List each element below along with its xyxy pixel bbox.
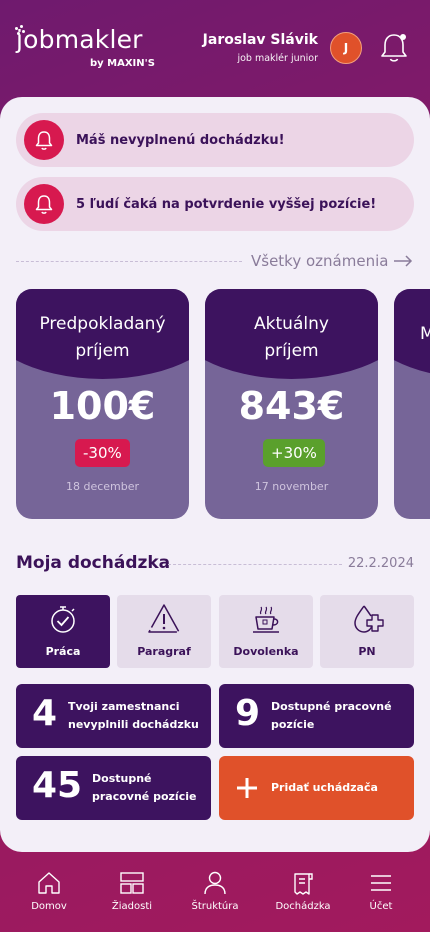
nav-item-struktura[interactable]: Štruktúra: [175, 870, 255, 912]
card-title: M: [420, 324, 430, 344]
user-icon: [204, 871, 226, 895]
divider: [168, 564, 342, 565]
card-date: 18 december: [65, 480, 140, 493]
nav-label: Žiadosti: [111, 901, 153, 912]
tab-label: PN: [358, 645, 376, 658]
attendance-date: 22.2.2024: [347, 556, 414, 571]
logo-wordmark: jobmakler: [16, 25, 143, 54]
notifications-bell-icon[interactable]: [379, 30, 409, 64]
bell-icon: [24, 184, 64, 224]
add-candidate-label: Pridať uchádzača: [271, 781, 378, 794]
stat-card-available-positions[interactable]: 9 Dostupné pracovné pozície: [219, 684, 414, 748]
stat-label-line: nevyplnili dochádzku: [68, 718, 199, 731]
tab-paragraf[interactable]: Paragraf: [117, 595, 211, 668]
divider: [16, 261, 242, 262]
stat-label-line: Tvoji zamestnanci: [68, 700, 180, 713]
bell-icon: [24, 120, 64, 160]
tab-pn[interactable]: PN: [320, 595, 414, 668]
drop-plus-icon: [354, 605, 384, 633]
attendance-header: Moja dochádzka 22.2.2024: [16, 551, 414, 575]
card-amount: 843€: [238, 384, 345, 428]
user-info[interactable]: Jaroslav Slávik job maklér junior: [203, 32, 318, 64]
change-badge: -30%: [75, 439, 130, 467]
arrow-right-icon: [394, 255, 413, 267]
app-header: jobmakler by MAXIN'S Jaroslav Slávik job…: [0, 0, 430, 96]
nav-label: Štruktúra: [191, 901, 239, 912]
nav-item-ucet[interactable]: Účet: [341, 870, 421, 912]
tab-praca[interactable]: Práca: [16, 595, 110, 668]
stopwatch-check-icon: [51, 606, 75, 633]
nav-label: Dochádzka: [275, 901, 331, 912]
notification-item[interactable]: Máš nevyplnenú dochádzku!: [16, 113, 414, 167]
tab-label: Práca: [45, 645, 81, 658]
stat-label-line: pozície: [271, 718, 315, 731]
stat-label: Dostupné pracovné pozície: [271, 698, 392, 734]
income-cards-carousel[interactable]: Predpokladaný príjem 100€ -30% 18 decemb…: [16, 289, 430, 519]
card-title-line: príjem: [264, 341, 319, 361]
home-icon: [38, 872, 60, 894]
card-title: Aktuálny príjem: [205, 311, 378, 365]
card-title-line: Aktuálny: [254, 314, 329, 334]
menu-icon: [371, 875, 391, 891]
stat-label-line: Dostupné pracovné: [271, 700, 392, 713]
add-candidate-button[interactable]: Pridať uchádzača: [219, 756, 414, 820]
nav-label: Domov: [31, 901, 67, 912]
card-amount: 100€: [49, 384, 156, 428]
nav-item-dochadzka[interactable]: Dochádzka: [263, 870, 343, 912]
notification-item[interactable]: 5 ľudí čaká na potvrdenie vyššej pozície…: [16, 177, 414, 231]
warning-icon: [148, 604, 180, 633]
logo-dots-icon: [15, 25, 27, 39]
income-card-partial[interactable]: M: [394, 289, 430, 519]
stat-label: Tvoji zamestnanci nevyplnili dochádzku: [68, 698, 199, 734]
jobmakler-logo[interactable]: jobmakler by MAXIN'S: [15, 25, 155, 69]
user-name: Jaroslav Slávik: [202, 32, 318, 48]
nav-item-ziadosti[interactable]: Žiadosti: [92, 870, 172, 912]
main-panel: Máš nevyplnenú dochádzku! 5 ľudí čaká na…: [0, 97, 430, 852]
avatar[interactable]: J: [330, 32, 362, 64]
tab-label: Paragraf: [137, 645, 191, 658]
card-title-line: Predpokladaný: [39, 314, 166, 334]
coffee-cup-icon: [253, 606, 279, 633]
notification-text: Máš nevyplnenú dochádzku!: [76, 132, 285, 148]
stat-number: 45: [32, 765, 83, 806]
all-notifications-link[interactable]: Všetky oznámenia: [16, 249, 414, 273]
change-badge: +30%: [263, 439, 325, 467]
stat-number: 4: [32, 693, 58, 734]
attendance-type-tabs: Práca Paragraf Dovolenka PN: [16, 595, 414, 668]
stat-label-line: Dostupné: [92, 772, 152, 785]
card-title-line: príjem: [75, 341, 130, 361]
income-card-expected[interactable]: Predpokladaný príjem 100€ -30% 18 decemb…: [16, 289, 189, 519]
all-notifications-label: Všetky oznámenia: [251, 252, 389, 270]
stat-label: Dostupné pracovné pozície: [92, 770, 196, 806]
document-icon: [294, 873, 313, 895]
tab-dovolenka[interactable]: Dovolenka: [219, 595, 313, 668]
card-date: 17 november: [254, 480, 329, 493]
requests-icon: [120, 872, 144, 894]
notification-text: 5 ľudí čaká na potvrdenie vyššej pozície…: [76, 196, 377, 212]
stat-card-job-positions[interactable]: 45 Dostupné pracovné pozície: [16, 756, 211, 820]
nav-item-domov[interactable]: Domov: [9, 870, 89, 912]
income-card-current[interactable]: Aktuálny príjem 843€ +30% 17 november: [205, 289, 378, 519]
bottom-nav: Domov Žiadosti Štruktúra Dochádzka Účet: [0, 862, 430, 932]
plus-icon: [237, 778, 257, 798]
stat-number: 9: [235, 693, 261, 734]
card-title: Predpokladaný príjem: [16, 311, 189, 365]
stat-label-line: pracovné pozície: [92, 790, 197, 803]
logo-byline: by MAXIN'S: [90, 58, 155, 69]
stat-card-missing-attendance[interactable]: 4 Tvoji zamestnanci nevyplnili dochádzku: [16, 684, 211, 748]
user-role: job maklér junior: [237, 53, 318, 64]
nav-label: Účet: [369, 901, 393, 912]
attendance-title: Moja dochádzka: [16, 553, 171, 573]
tab-label: Dovolenka: [233, 645, 299, 658]
